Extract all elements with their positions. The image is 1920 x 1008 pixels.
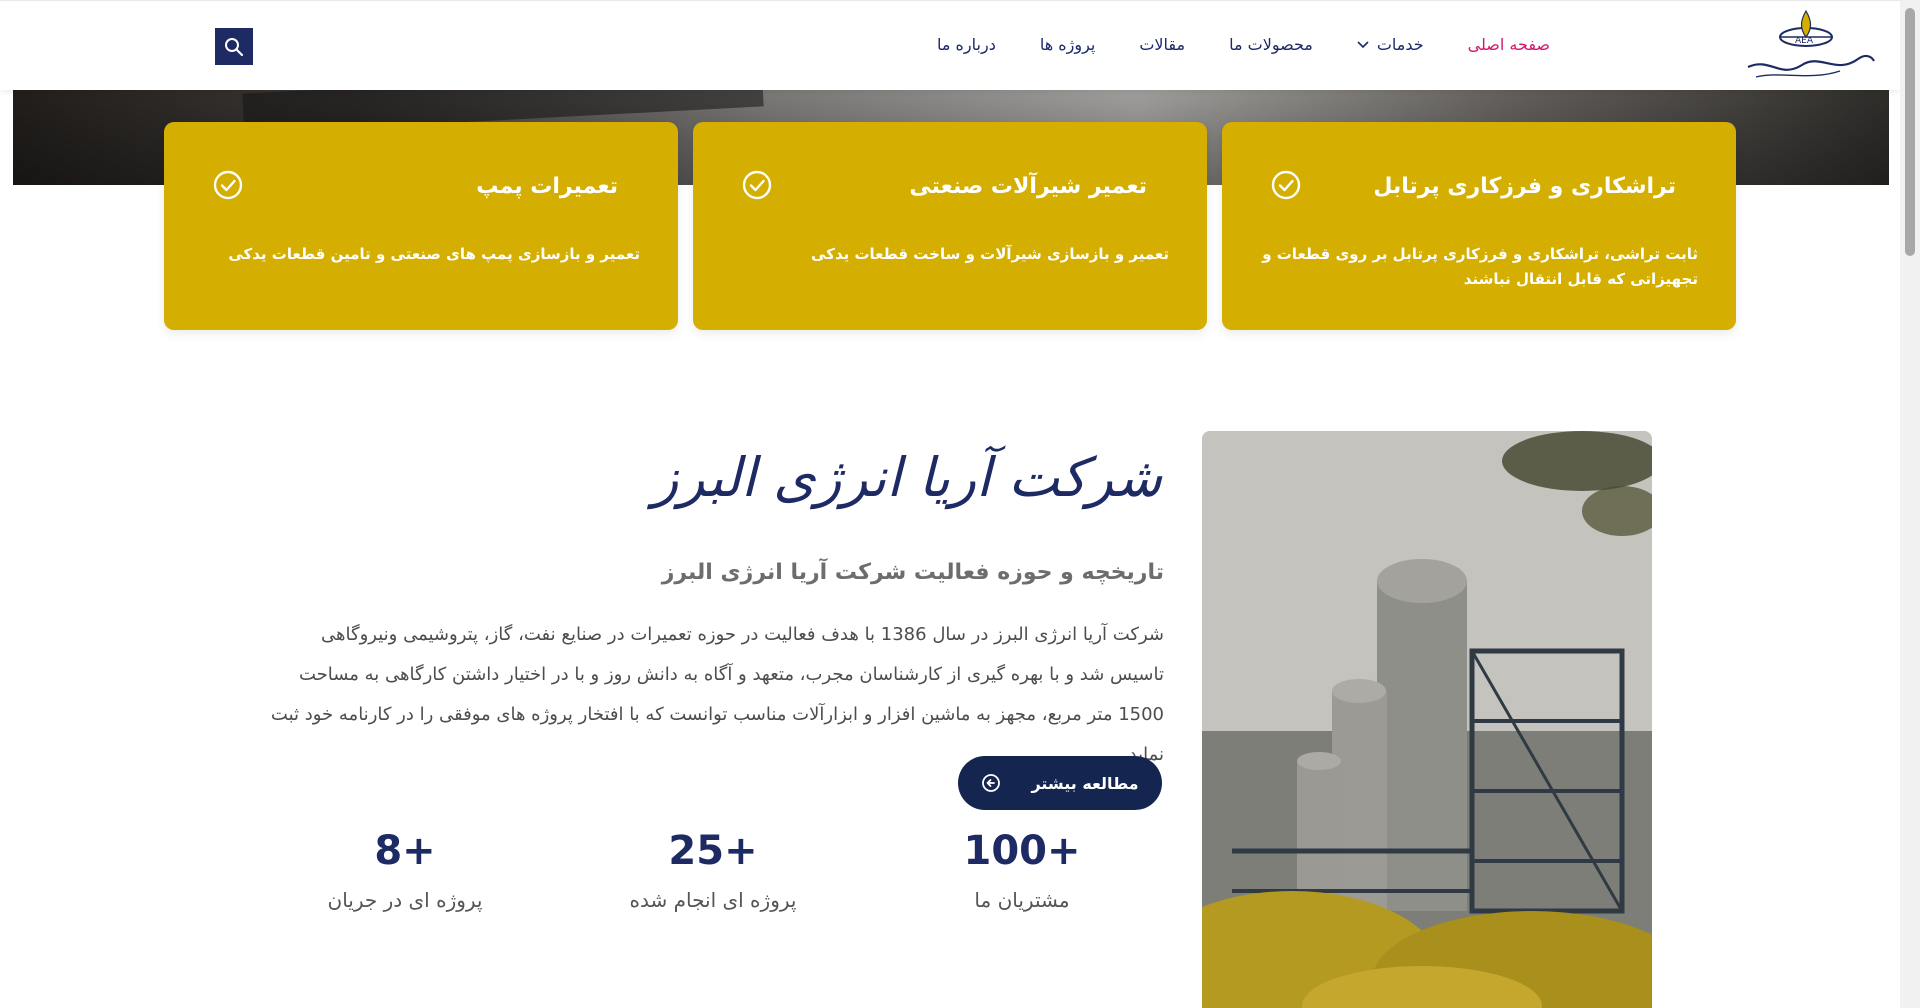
stat-customers: 100+ مشتریان ما (912, 828, 1132, 912)
logo-emblem-icon: AEA (1747, 9, 1875, 78)
stat-label: پروژه ای انجام شده (629, 888, 797, 912)
stat-label: پروژه ای در جریان (327, 888, 483, 912)
search-icon (225, 37, 244, 56)
stat-value: 8+ (374, 828, 436, 874)
stat-value: 100+ (963, 828, 1081, 874)
refinery-photo (1202, 431, 1652, 1008)
arrow-circle-left-icon (982, 774, 1001, 792)
page-scrollbar[interactable] (1900, 0, 1920, 1008)
nav-item-label: پروژه ها (1039, 35, 1096, 54)
service-card-title: تعمیرات پمپ (476, 174, 618, 199)
main-nav: صفحه اصلی خدمات محصولات ما مقالات پروژه … (937, 35, 1550, 54)
nav-item-label: خدمات (1376, 35, 1424, 54)
service-card-portable-machining[interactable]: تراشکاری و فرزکاری پرتابل ثابت تراشی، تر… (1222, 122, 1736, 330)
svg-text:AEA: AEA (1795, 36, 1814, 46)
nav-item-label: محصولات ما (1229, 35, 1313, 54)
chevron-down-icon (1357, 40, 1369, 48)
nav-item-label: درباره ما (937, 35, 996, 54)
service-card-valve-repair[interactable]: تعمیر شیرآلات صنعتی تعمیر و بازسازی شیرآ… (693, 122, 1207, 330)
section-subtitle: تاریخچه و حوزه فعالیت شرکت آریا انرژی ال… (661, 560, 1164, 585)
nav-item-home[interactable]: صفحه اصلی (1468, 35, 1550, 54)
service-card-description: تعمیر و بازسازی شیرآلات و ساخت قطعات یدک… (811, 245, 1169, 263)
service-card-pump-repair[interactable]: تعمیرات پمپ تعمیر و بازسازی پمپ های صنعت… (164, 122, 678, 330)
service-card-description: تعمیر و بازسازی پمپ های صنعتی و تامین قط… (228, 245, 640, 263)
nav-item-about[interactable]: درباره ما (937, 35, 996, 54)
check-circle-icon (1271, 170, 1301, 200)
read-more-button[interactable]: مطالعه بیشتر (958, 756, 1162, 810)
nav-item-articles[interactable]: مقالات (1139, 35, 1185, 54)
service-card-description: ثابت تراشی، تراشکاری و فرزکاری پرتابل بر… (1262, 245, 1698, 288)
site-header: AEA صفحه اصلی خدمات محصولات ما مقالات پر… (0, 0, 1900, 90)
nav-item-projects[interactable]: پروژه ها (1040, 35, 1096, 54)
nav-item-label: صفحه اصلی (1467, 35, 1550, 54)
company-script-title: شرکت آریا انرژی البرز (652, 446, 1162, 509)
stat-ongoing-projects: 8+ پروژه ای در جریان (295, 828, 515, 912)
search-button[interactable] (215, 28, 253, 65)
read-more-label: مطالعه بیشتر (1031, 773, 1139, 793)
nav-item-products[interactable]: محصولات ما (1229, 35, 1313, 54)
company-logo[interactable]: AEA (1740, 7, 1880, 87)
service-card-title: تعمیر شیرآلات صنعتی (909, 174, 1147, 199)
nav-item-label: مقالات (1139, 35, 1186, 54)
scrollbar-thumb[interactable] (1905, 8, 1915, 256)
stat-completed-projects: 25+ پروژه ای انجام شده (603, 828, 823, 912)
nav-item-services[interactable]: خدمات (1357, 35, 1424, 54)
refinery-illustration (1202, 431, 1652, 1008)
stat-value: 25+ (668, 828, 758, 874)
section-body-text: شرکت آریا انرژی البرز در سال 1386 با هدف… (270, 624, 1164, 765)
check-circle-icon (213, 170, 243, 200)
stat-label: مشتریان ما (974, 888, 1070, 912)
service-card-title: تراشکاری و فرزکاری پرتابل (1373, 174, 1676, 199)
check-circle-icon (742, 170, 772, 200)
